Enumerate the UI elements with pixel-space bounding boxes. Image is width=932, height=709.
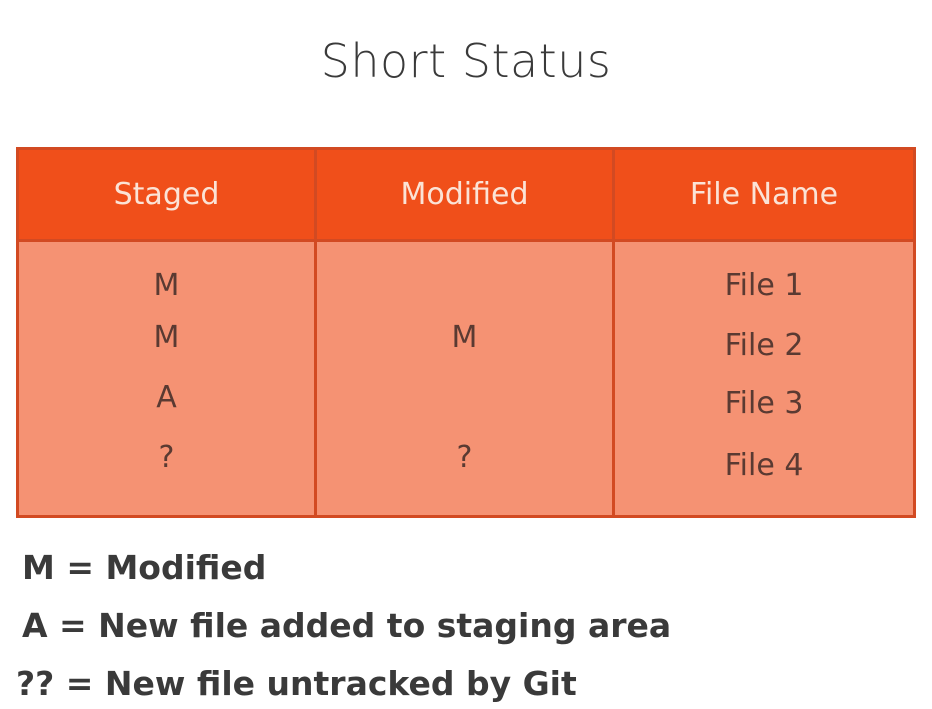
- legend-modified: M = Modified: [22, 548, 267, 587]
- column-modified: M ?: [317, 242, 615, 515]
- staged-value: ?: [158, 440, 175, 475]
- staged-value: M: [153, 320, 180, 355]
- file-name-value: File 3: [724, 386, 804, 421]
- column-staged: M M A ?: [19, 242, 317, 515]
- file-name-value: File 2: [724, 328, 804, 363]
- staged-value: A: [156, 380, 177, 415]
- header-modified: Modified: [317, 150, 615, 242]
- modified-value: M: [451, 320, 478, 355]
- legend-added: A = New file added to staging area: [22, 606, 672, 645]
- column-file-name: File 1 File 2 File 3 File 4: [615, 242, 913, 515]
- staged-value: M: [153, 268, 180, 303]
- file-name-value: File 4: [724, 448, 804, 483]
- slide: Short Status Staged Modified File Name M…: [0, 0, 932, 709]
- slide-title: Short Status: [320, 34, 612, 88]
- legend-untracked: ?? = New file untracked by Git: [16, 664, 577, 703]
- status-table: Staged Modified File Name M M A ? M ? Fi…: [16, 147, 916, 518]
- file-name-value: File 1: [724, 268, 804, 303]
- modified-value: ?: [456, 440, 473, 475]
- header-file-name: File Name: [615, 150, 913, 242]
- header-staged: Staged: [19, 150, 317, 242]
